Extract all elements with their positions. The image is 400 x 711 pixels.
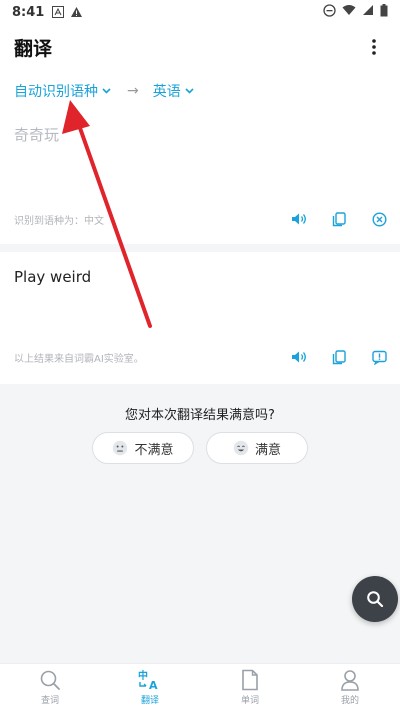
target-language-label: 英语 xyxy=(152,84,181,100)
tab-label-words: 单词 xyxy=(240,696,259,706)
warning-icon xyxy=(70,6,83,18)
chevron-down-icon xyxy=(102,88,111,94)
battery-icon xyxy=(380,3,388,21)
speaker-icon[interactable] xyxy=(288,208,310,230)
translate-icon: 中A xyxy=(138,669,158,691)
tab-label-lookup: 查词 xyxy=(40,696,59,706)
font-icon xyxy=(52,6,65,18)
unsatisfied-label: 不满意 xyxy=(134,442,174,458)
clear-icon[interactable] xyxy=(368,208,390,230)
source-footer: 识别到语种为：中文 xyxy=(14,208,390,230)
document-icon xyxy=(242,669,258,691)
person-icon xyxy=(341,670,359,691)
svg-text:A: A xyxy=(149,679,158,691)
source-language-label: 自动识别语种 xyxy=(14,84,98,100)
bottom-tab-bar: 查词 中A 翻译 单词 我的 xyxy=(0,663,400,711)
result-footer: 以上结果来自词霸AI实验室。 xyxy=(14,346,390,368)
report-icon[interactable] xyxy=(368,346,390,368)
smile-face-icon xyxy=(233,440,249,456)
search-fab-button[interactable] xyxy=(352,576,398,622)
source-language-select[interactable]: 自动识别语种 xyxy=(14,81,111,101)
tab-mine[interactable]: 我的 xyxy=(300,664,400,711)
satisfied-label: 满意 xyxy=(254,442,281,458)
status-time: 8:41 xyxy=(12,4,45,20)
tab-label-translate: 翻译 xyxy=(140,696,159,706)
translation-result: Play weird xyxy=(14,268,92,286)
neutral-face-icon xyxy=(113,440,128,456)
unsatisfied-button[interactable]: 不满意 xyxy=(92,432,194,464)
status-right xyxy=(323,3,388,21)
svg-text:中: 中 xyxy=(138,669,148,682)
detected-language: 识别到语种为：中文 xyxy=(14,215,104,227)
speaker-icon[interactable] xyxy=(288,346,310,368)
feedback-question: 您对本次翻译结果满意吗? xyxy=(125,408,275,423)
copy-icon[interactable] xyxy=(328,208,350,230)
result-source-note: 以上结果来自词霸AI实验室。 xyxy=(14,353,144,365)
app-header: 翻译 xyxy=(0,24,400,70)
swap-arrow-icon[interactable]: → xyxy=(127,83,139,99)
language-bar: 自动识别语种 → 英语 xyxy=(0,70,400,112)
tab-words[interactable]: 单词 xyxy=(200,664,300,711)
feedback-section: 您对本次翻译结果满意吗? 不满意 满意 xyxy=(0,392,400,484)
chevron-down-icon xyxy=(185,88,194,94)
dnd-icon xyxy=(323,3,336,21)
satisfied-button[interactable]: 满意 xyxy=(206,432,308,464)
signal-icon xyxy=(362,4,374,20)
status-bar: 8:41 xyxy=(0,0,400,24)
source-text[interactable]: 奇奇玩 xyxy=(14,124,59,145)
tab-translate[interactable]: 中A 翻译 xyxy=(100,664,200,711)
page-title: 翻译 xyxy=(14,37,53,60)
more-menu-icon[interactable] xyxy=(362,35,386,59)
wifi-icon xyxy=(342,4,356,20)
copy-icon[interactable] xyxy=(328,346,350,368)
result-card: Play weird 以上结果来自词霸AI实验室。 xyxy=(0,252,400,384)
source-text-card[interactable]: 奇奇玩 识别到语种为：中文 xyxy=(0,112,400,244)
search-icon xyxy=(40,670,60,690)
tab-label-mine: 我的 xyxy=(340,696,359,706)
tab-lookup[interactable]: 查词 xyxy=(0,664,100,711)
search-icon xyxy=(367,591,384,608)
target-language-select[interactable]: 英语 xyxy=(153,81,194,101)
